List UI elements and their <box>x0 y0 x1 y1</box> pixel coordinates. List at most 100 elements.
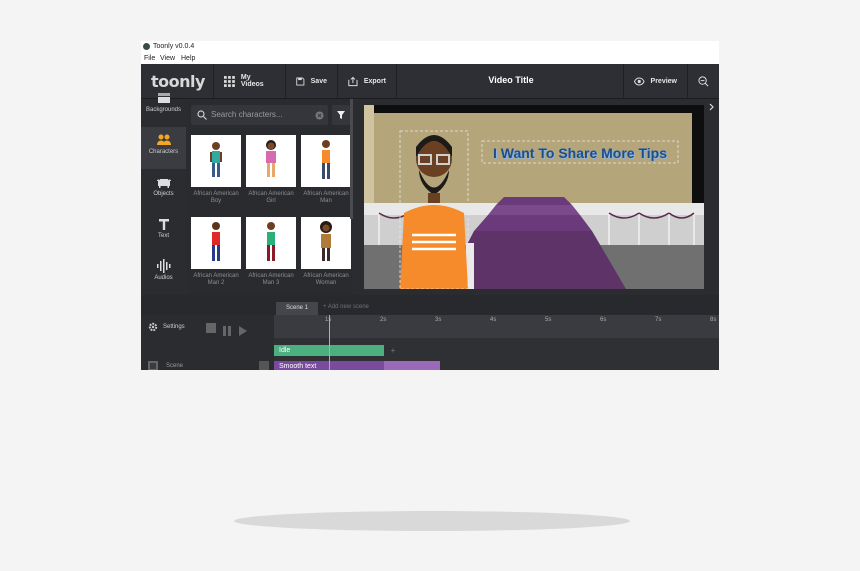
timeline-ruler[interactable]: 1s 2s 3s 4s 5s 6s 7s 8s <box>274 315 719 338</box>
tick-label: 6s <box>600 317 607 323</box>
tick-label: 3s <box>435 317 442 323</box>
zoom-out-icon <box>698 75 709 86</box>
canvas-text[interactable]: I Want To Share More Tips <box>482 145 678 161</box>
african-american-woman-figure <box>320 221 332 261</box>
menu-view[interactable]: View <box>160 55 175 62</box>
sidebar-item-text[interactable]: Text <box>141 211 186 253</box>
backgrounds-icon <box>157 93 170 103</box>
sidebar-item-audios[interactable]: Audios <box>141 253 186 295</box>
settings-label: Settings <box>163 324 185 330</box>
stop-button[interactable] <box>206 323 216 333</box>
menu-bar: File View Help <box>141 53 719 64</box>
track-smooth-text[interactable]: Smooth text <box>274 361 440 370</box>
zoom-button[interactable] <box>687 64 719 98</box>
sidebar-item-label: Audios <box>154 275 173 281</box>
app-window: Toonly v0.0.4 File View Help toonly My V… <box>141 41 719 370</box>
african-american-man-figure <box>322 140 330 179</box>
sidebar-item-label: Characters <box>148 149 179 155</box>
window-title: Toonly v0.0.4 <box>153 43 195 50</box>
tick-label: 5s <box>545 317 552 323</box>
text-icon <box>158 219 169 230</box>
character-label: African American Man 3 <box>248 273 294 286</box>
menu-help[interactable]: Help <box>181 55 195 62</box>
app-logo-icon <box>143 43 150 50</box>
sidebar: Backgrounds Characters Objects Text Audi… <box>141 93 186 295</box>
save-button[interactable]: Save <box>285 64 337 98</box>
eye-icon <box>634 77 645 85</box>
export-label: Export <box>363 77 386 85</box>
device-shadow <box>234 511 630 531</box>
characters-panel: African American Boy African American Gi… <box>186 99 353 295</box>
character-label: African American Boy <box>193 191 239 204</box>
african-american-man-2-figure <box>212 222 220 261</box>
sidebar-item-backgrounds[interactable]: Backgrounds <box>141 85 186 127</box>
add-scene-button[interactable]: + Add new scene <box>323 304 369 310</box>
sidebar-item-label: Text <box>157 233 169 239</box>
play-button[interactable] <box>238 323 248 336</box>
character-label: African American Man 2 <box>193 273 239 286</box>
scene-label: Scene <box>166 363 184 369</box>
scene-icon <box>148 361 158 370</box>
character-label: African American Woman <box>303 273 349 286</box>
character-label: African American Man <box>303 191 349 204</box>
save-label: Save <box>310 77 327 85</box>
tab-scene-1[interactable]: Scene 1 <box>276 302 318 315</box>
settings-button[interactable]: Settings <box>148 322 185 332</box>
save-icon <box>296 76 305 86</box>
export-icon <box>348 76 358 86</box>
add-track-icon[interactable]: + <box>388 345 398 356</box>
video-canvas[interactable]: I Want To Share More Tips <box>364 105 704 290</box>
title-bar: Toonly v0.0.4 <box>141 41 719 53</box>
preview-label: Preview <box>650 77 677 85</box>
chevron-right-icon[interactable] <box>708 103 716 111</box>
character-card-man-3[interactable] <box>246 217 296 269</box>
tick-label: 2s <box>380 317 387 323</box>
audios-icon <box>156 259 170 273</box>
tick-label: 7s <box>655 317 662 323</box>
objects-icon <box>156 179 171 188</box>
sidebar-item-objects[interactable]: Objects <box>141 169 186 211</box>
pause-icon <box>223 326 231 336</box>
panel-scrollbar[interactable] <box>350 99 353 219</box>
pause-button[interactable] <box>222 323 232 336</box>
african-american-man-3-figure <box>267 222 275 261</box>
character-card-woman[interactable] <box>301 217 351 269</box>
character-card-boy[interactable] <box>191 135 241 187</box>
export-button[interactable]: Export <box>337 64 397 98</box>
tick-label: 8s <box>710 317 717 323</box>
my-videos-button[interactable]: My Videos <box>213 64 285 98</box>
search-icon <box>197 110 207 120</box>
toolbar: toonly My Videos Save Export Video Title… <box>141 64 719 99</box>
character-card-man[interactable] <box>301 135 351 187</box>
search-box <box>191 105 328 125</box>
african-american-boy-figure <box>210 142 222 177</box>
lock-icon[interactable] <box>259 361 269 370</box>
search-input[interactable] <box>211 108 307 121</box>
filter-button[interactable] <box>332 105 350 125</box>
tick-label: 4s <box>490 317 497 323</box>
timeline-controls: Settings Scene <box>141 315 274 370</box>
my-videos-label: My Videos <box>240 74 264 88</box>
gear-icon <box>148 322 158 332</box>
playhead[interactable] <box>329 315 330 370</box>
character-card-man-2[interactable] <box>191 217 241 269</box>
clear-icon[interactable] <box>315 111 324 120</box>
stage-area: I Want To Share More Tips <box>355 99 719 295</box>
filter-icon <box>337 111 345 119</box>
add-scene-label: Add new scene <box>327 304 369 310</box>
character-label: African American Girl <box>248 191 294 204</box>
sidebar-item-characters[interactable]: Characters <box>141 127 186 169</box>
preview-button[interactable]: Preview <box>623 64 687 98</box>
characters-icon <box>156 134 171 145</box>
timeline-header: Scene 1 + Add new scene <box>141 295 719 315</box>
grid-icon <box>224 75 235 87</box>
menu-file[interactable]: File <box>144 55 155 62</box>
scene-row-label: Scene <box>148 361 183 370</box>
sidebar-item-label: Backgrounds <box>145 107 182 113</box>
video-title[interactable]: Video Title <box>461 75 561 85</box>
timeline: Scene 1 + Add new scene Settings Scene 2… <box>141 295 719 370</box>
african-american-girl-figure <box>266 140 276 177</box>
character-card-girl[interactable] <box>246 135 296 187</box>
scene-illustration <box>364 105 704 290</box>
sidebar-item-label: Objects <box>153 191 174 197</box>
